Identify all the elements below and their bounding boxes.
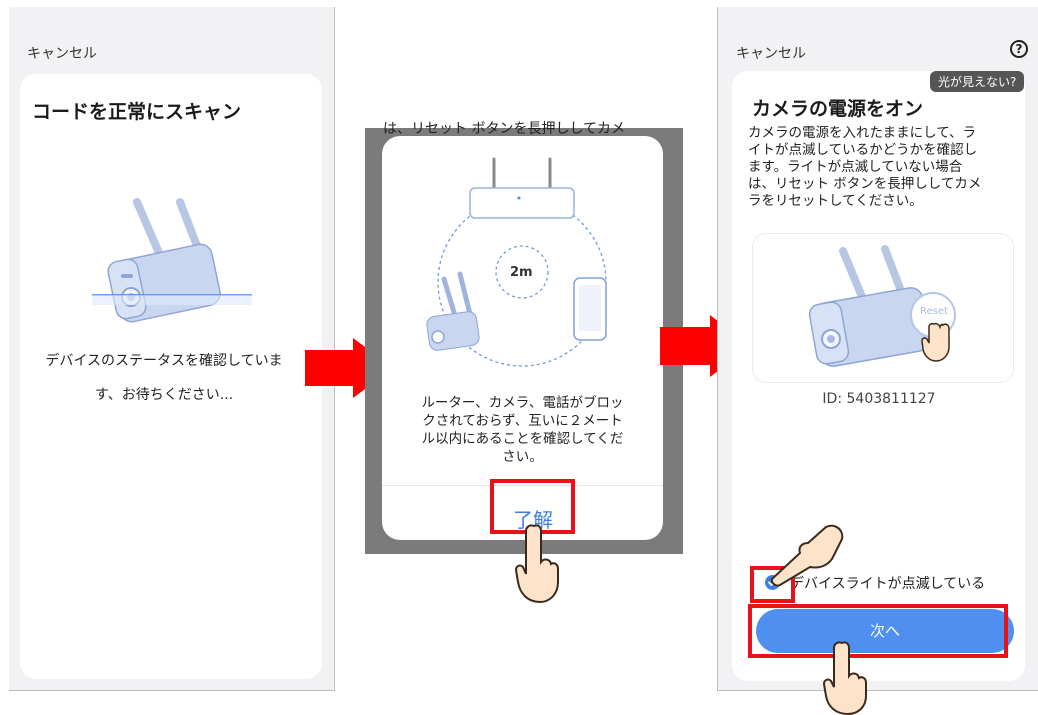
pointing-hand-icon <box>514 524 559 604</box>
device-id: ID: 5403811127 <box>822 391 936 407</box>
dialog-message-line1: ルーター、カメラ、電話がブロッ <box>421 395 624 411</box>
dialog-message-line4: さい。 <box>502 449 543 465</box>
background-text: は、リセット ボタンを長押ししてカメ <box>383 121 626 137</box>
no-light-tooltip[interactable]: 光が見えない? <box>930 71 1025 92</box>
pointing-hand-icon <box>770 524 844 587</box>
dialog-message-line3: ル以内にあることを確認してくだ <box>421 431 624 447</box>
instruction-line5: ラをリセットしてください。 <box>748 193 923 209</box>
dialog-message-line2: クされておらず、互いに２メート <box>422 413 623 429</box>
page-title: コードを正常にスキャン <box>32 101 242 123</box>
pointing-hand-icon <box>822 641 867 715</box>
instruction-line1: カメラの電源を入れたままにして、ラ <box>748 125 977 141</box>
page-title: カメラの電源をオン <box>752 98 924 120</box>
screen-scan-success: キャンセル コードを正常にスキャン デバイスのステータスを確認していま す、お待… <box>9 7 335 691</box>
reset-label: Reset <box>920 306 948 317</box>
dialog-message: ルーター、カメラ、電話がブロッ クされておらず、互いに２メート ル以内にあること… <box>402 394 643 466</box>
instruction-line4: は、リセット ボタンを長押ししてカメ <box>748 176 982 192</box>
distance-label: 2m <box>510 265 533 280</box>
camera-reset-illustration <box>808 245 956 367</box>
instruction-line2: イトが点滅しているかどうかを確認し <box>748 142 978 158</box>
cancel-button[interactable]: キャンセル <box>27 43 97 63</box>
status-text-line1: デバイスのステータスを確認していま <box>45 353 283 369</box>
status-text-line2: す、お待ちください... <box>94 387 234 403</box>
cancel-button[interactable]: キャンセル <box>736 43 806 63</box>
highlight-box-next <box>748 604 1008 658</box>
reset-illustration-card: Reset <box>752 233 1014 383</box>
camera-illustration <box>92 198 252 323</box>
help-icon[interactable]: ? <box>1010 40 1028 58</box>
content-card <box>20 74 322 679</box>
instruction-line3: ます。ライトが点滅していない場合 <box>748 159 963 175</box>
instruction-text: カメラの電源を入れたままにして、ラ イトが点滅しているかどうかを確認し ます。ラ… <box>748 125 1013 210</box>
